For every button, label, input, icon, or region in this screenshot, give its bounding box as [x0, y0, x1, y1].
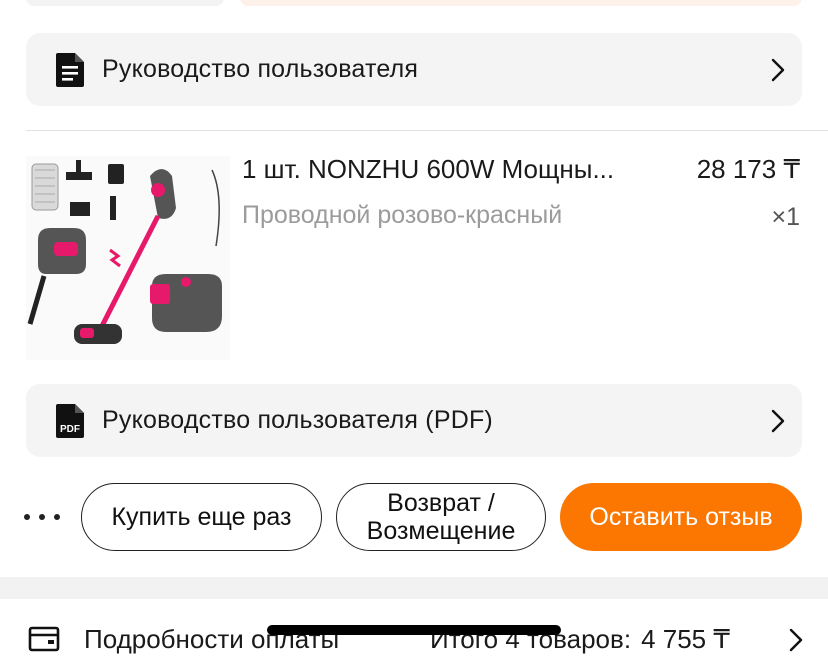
top-partial-card-accent — [240, 0, 802, 6]
return-refund-label: Возврат / Возмещение — [367, 489, 516, 545]
product-quantity: ×1 — [771, 203, 800, 231]
document-icon — [54, 51, 86, 89]
return-label-line2: Возмещение — [366, 517, 516, 545]
user-manual-pdf-row[interactable]: PDF Руководство пользователя (PDF) — [26, 384, 802, 457]
section-divider — [26, 130, 828, 131]
buy-again-label: Купить еще раз — [111, 503, 292, 531]
leave-review-button[interactable]: Оставить отзыв — [560, 483, 802, 551]
pdf-icon: PDF — [54, 402, 86, 440]
leave-review-label: Оставить отзыв — [589, 503, 773, 531]
product-price: 28 173 ₸ — [696, 154, 800, 184]
chevron-right-icon — [768, 409, 788, 433]
buy-again-button[interactable]: Купить еще раз — [81, 483, 322, 551]
top-partial-card — [26, 0, 224, 6]
user-manual-pdf-label: Руководство пользователя (PDF) — [102, 406, 493, 434]
user-manual-row[interactable]: Руководство пользователя — [26, 33, 802, 106]
home-indicator[interactable] — [267, 625, 561, 635]
section-separator — [0, 577, 828, 599]
chevron-right-icon — [789, 628, 803, 652]
user-manual-label: Руководство пользователя — [102, 55, 419, 83]
more-dots-icon[interactable] — [24, 504, 60, 530]
product-image[interactable] — [26, 156, 230, 360]
product-variant: Проводной розово-красный — [242, 201, 563, 229]
payment-total-amount: 4 755 ₸ — [641, 624, 730, 654]
chevron-right-icon — [768, 58, 788, 82]
pdf-badge-text: PDF — [60, 424, 80, 435]
return-label-line1: Возврат / — [387, 489, 495, 517]
card-icon — [28, 626, 60, 652]
product-title[interactable]: 1 шт. NONZHU 600W Мощны... — [242, 154, 672, 185]
return-refund-button[interactable]: Возврат / Возмещение — [336, 483, 546, 551]
